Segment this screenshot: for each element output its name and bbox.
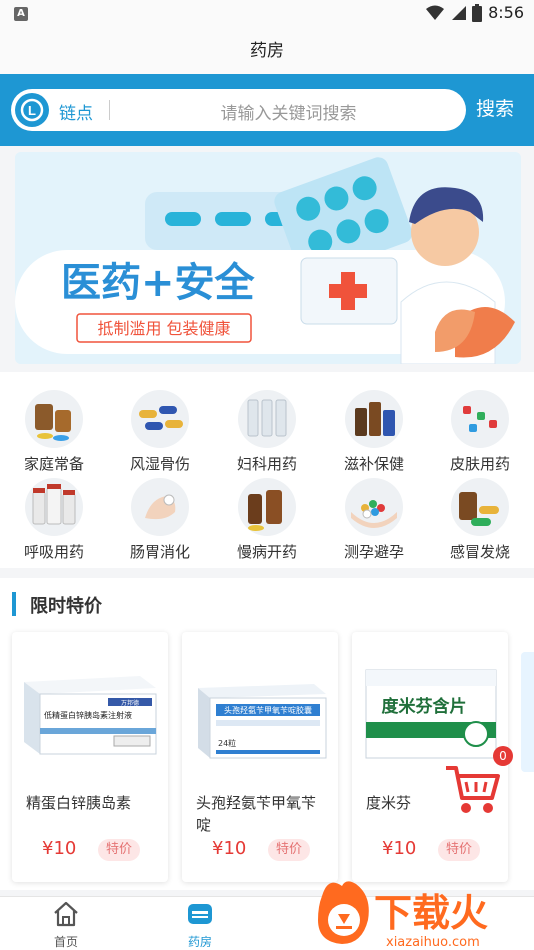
category-respiratory[interactable]: 呼吸用药 — [14, 478, 94, 562]
search-band: L 链点 请输入关键词搜索 搜索 — [0, 74, 534, 146]
product-card-peek[interactable] — [521, 652, 534, 772]
category-grid: 家庭常备 风湿骨伤 妇科用药 滋补保健 皮肤用药 呼吸用药 肠胃消化 慢病开药 … — [0, 372, 534, 568]
search-input[interactable]: L 链点 请输入关键词搜索 — [11, 89, 466, 131]
promo-banner[interactable]: 医药+安全 抵制滥用 包装健康 — [15, 152, 521, 364]
product-card[interactable]: 头孢羟氨苄甲氧苄啶胶囊 24粒 头孢羟氨苄甲氧苄啶 ¥10 特价 — [182, 632, 338, 882]
search-button[interactable]: 搜索 — [476, 94, 514, 121]
sale-badge: 特价 — [98, 839, 140, 861]
category-chronic[interactable]: 慢病开药 — [227, 478, 307, 562]
nav-pharmacy-label: 药房 — [187, 935, 212, 949]
svg-text:24粒: 24粒 — [218, 738, 236, 748]
category-family-care[interactable]: 家庭常备 — [14, 390, 94, 474]
section-accent-bar — [12, 592, 16, 616]
svg-text:L: L — [28, 103, 36, 118]
svg-text:下载火: 下载火 — [374, 891, 488, 935]
brand-label: 链点 — [59, 104, 93, 124]
category-gynecology[interactable]: 妇科用药 — [227, 390, 307, 474]
nav-home[interactable]: 首页 — [26, 901, 106, 950]
banner-headline: 医药+安全 — [61, 260, 256, 306]
nav-home-label: 首页 — [53, 935, 78, 949]
cart-count-badge: 0 — [493, 746, 513, 766]
cart-button[interactable]: 0 — [442, 746, 513, 816]
svg-text:头孢羟氨苄甲氧苄啶胶囊: 头孢羟氨苄甲氧苄啶胶囊 — [224, 705, 312, 715]
wifi-icon — [426, 5, 445, 20]
category-nutrition[interactable]: 滋补保健 — [334, 390, 414, 474]
search-placeholder: 请输入关键词搜索 — [220, 104, 357, 124]
pills-in-hands-icon — [345, 478, 403, 536]
watermark-logo-icon — [318, 881, 369, 944]
search-divider — [109, 100, 110, 120]
status-bar: A 8:56 — [0, 0, 534, 28]
signal-icon — [452, 5, 467, 20]
banner-subline: 抵制滥用 包装健康 — [97, 319, 230, 338]
svg-text:xiazaihuo.com: xiazaihuo.com — [386, 935, 480, 950]
shopping-cart-icon — [446, 766, 500, 813]
tonic-bottles-icon — [345, 390, 403, 448]
product-image: 度米芬含片 — [365, 669, 497, 759]
pharmacy-icon — [188, 904, 212, 924]
sale-badge: 特价 — [438, 839, 480, 861]
home-icon — [54, 901, 78, 927]
category-digestion[interactable]: 肠胃消化 — [120, 478, 200, 562]
flash-sale-section: 限时特价 万邦德 低精蛋白锌胰岛素注射液 精蛋白锌胰岛素 ¥10 特价 头孢羟氨… — [0, 578, 534, 890]
ointment-icon — [451, 390, 509, 448]
svg-text:度米芬含片: 度米芬含片 — [382, 696, 467, 717]
category-pregnancy[interactable]: 测孕避孕 — [334, 478, 414, 562]
medicine-bottles-icon — [25, 478, 83, 536]
product-card[interactable]: 度米芬含片 度米芬 ¥10 特价 — [352, 632, 508, 882]
product-price: ¥10 — [382, 838, 417, 859]
sale-badge: 特价 — [268, 839, 310, 861]
hand-pill-icon — [131, 478, 189, 536]
notification-icon: A — [14, 7, 28, 21]
category-rheumatism[interactable]: 风湿骨伤 — [120, 390, 200, 474]
product-image: 头孢羟氨苄甲氧苄啶胶囊 24粒 — [198, 684, 327, 759]
brand-logo-icon: L — [15, 93, 49, 127]
svg-text:万邦德: 万邦德 — [121, 699, 139, 707]
pill-bottles-icon — [25, 390, 83, 448]
product-name: 精蛋白锌胰岛素 — [26, 794, 132, 812]
capsules-icon — [131, 390, 189, 448]
product-price: ¥10 — [212, 838, 247, 859]
clock: 8:56 — [488, 3, 524, 22]
battery-icon — [472, 3, 483, 22]
section-title: 限时特价 — [30, 596, 102, 617]
page-title: 药房 — [0, 28, 534, 74]
nav-pharmacy[interactable]: 药房 — [160, 901, 240, 950]
category-skin[interactable]: 皮肤用药 — [440, 390, 520, 474]
brown-bottles-icon — [238, 478, 296, 536]
cold-medicine-icon — [451, 478, 509, 536]
category-cold-fever[interactable]: 感冒发烧 — [440, 478, 520, 562]
product-image: 万邦德 低精蛋白锌胰岛素注射液 — [24, 676, 157, 755]
watermark: 下载火 xiazaihuo.com — [312, 876, 534, 950]
vials-icon — [238, 390, 296, 448]
svg-text:低精蛋白锌胰岛素注射液: 低精蛋白锌胰岛素注射液 — [44, 710, 132, 720]
product-name: 头孢羟氨苄甲氧苄啶 — [196, 794, 317, 834]
product-card[interactable]: 万邦德 低精蛋白锌胰岛素注射液 精蛋白锌胰岛素 ¥10 特价 — [12, 632, 168, 882]
product-price: ¥10 — [42, 838, 77, 859]
